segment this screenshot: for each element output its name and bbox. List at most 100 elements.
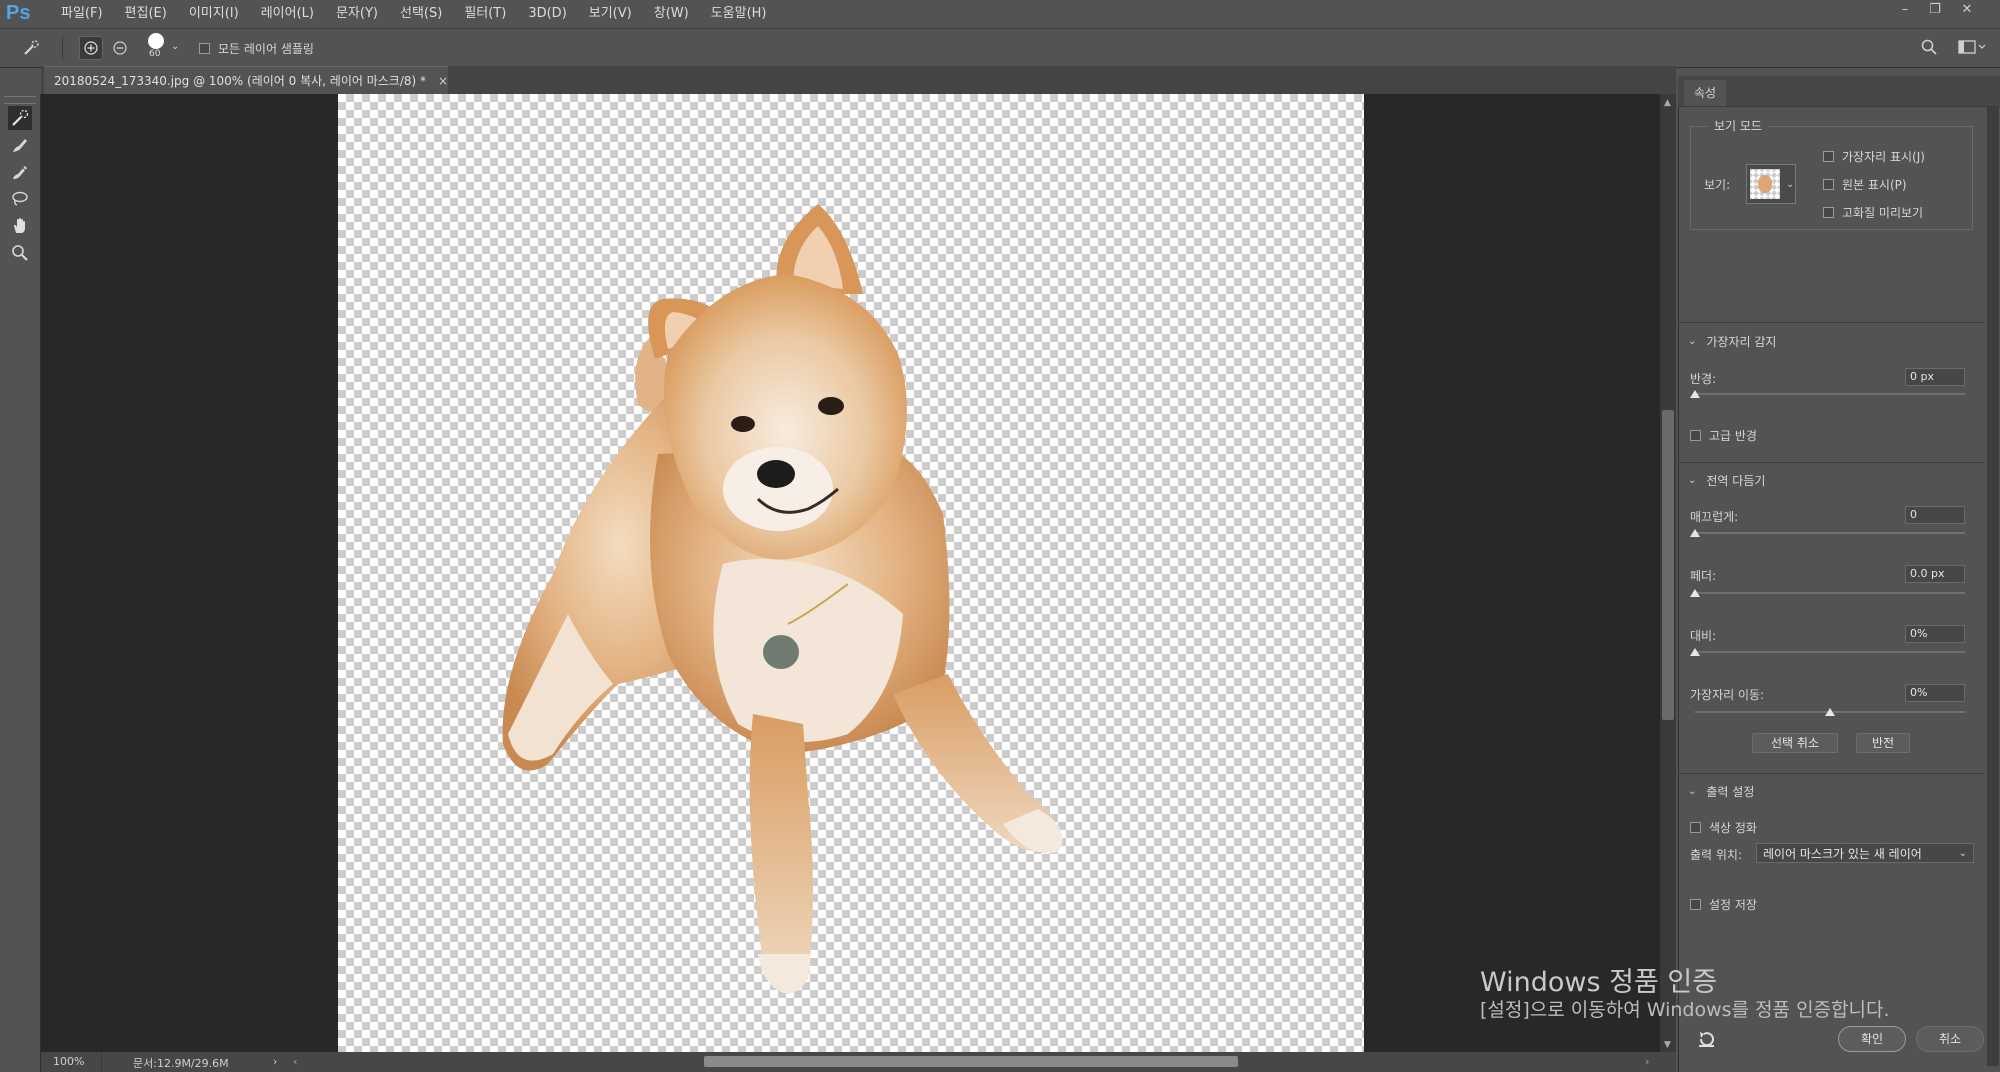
reset-icon[interactable] (1697, 1030, 1717, 1052)
scroll-left-arrow-icon[interactable]: ‹ (293, 1055, 297, 1068)
radius-field[interactable]: 0 px (1905, 368, 1965, 386)
output-to-dropdown[interactable]: 레이어 마스크가 있는 새 레이어 ⌄ (1756, 843, 1974, 863)
radius-slider-thumb[interactable] (1690, 390, 1700, 398)
document-canvas[interactable] (338, 94, 1364, 1052)
radius-slider-track[interactable] (1695, 393, 1965, 395)
remember-settings-label: 설정 저장 (1709, 898, 1757, 912)
contrast-slider-thumb[interactable] (1690, 648, 1700, 656)
menu-type[interactable]: 문자(Y) (325, 0, 389, 28)
remember-settings-checkbox[interactable] (1690, 899, 1701, 910)
feather-slider-thumb[interactable] (1690, 589, 1700, 597)
brush-picker-chevron-icon[interactable]: ⌄ (171, 41, 179, 52)
menu-file[interactable]: 파일(F) (50, 0, 114, 28)
smooth-field[interactable]: 0 (1905, 506, 1965, 524)
output-settings-title: 출력 설정 (1706, 785, 1755, 799)
quick-selection-tool-icon[interactable] (8, 106, 32, 130)
menu-3d[interactable]: 3D(D) (517, 0, 577, 28)
contrast-label: 대비: (1690, 629, 1717, 643)
show-original-checkbox[interactable] (1823, 179, 1834, 190)
tools-panel (0, 94, 41, 1072)
zoom-level[interactable]: 100% (53, 1055, 84, 1068)
close-window-button[interactable]: ✕ (1952, 0, 1982, 22)
hand-tool-icon[interactable] (8, 214, 32, 238)
feather-field[interactable]: 0.0 px (1905, 565, 1965, 583)
ok-button[interactable]: 확인 (1838, 1026, 1906, 1052)
decontaminate-label: 색상 정화 (1709, 821, 1757, 835)
quick-selection-preset-icon[interactable] (20, 37, 42, 59)
brush-tool-icon[interactable] (8, 160, 32, 184)
feather-slider-track[interactable] (1695, 592, 1965, 594)
properties-tab[interactable]: 속성 (1684, 80, 1727, 106)
sample-all-layers-option[interactable]: 모든 레이어 샘플링 (199, 40, 314, 57)
smooth-slider-track[interactable] (1695, 532, 1965, 534)
refine-edge-brush-icon[interactable] (8, 133, 32, 157)
shift-edge-slider-thumb[interactable] (1825, 708, 1835, 716)
output-to-value: 레이어 마스크가 있는 새 레이어 (1763, 846, 1922, 861)
high-quality-preview-checkbox[interactable] (1823, 207, 1834, 218)
invert-button[interactable]: 반전 (1856, 733, 1910, 753)
contrast-field[interactable]: 0% (1905, 625, 1965, 643)
sample-all-layers-checkbox[interactable] (199, 43, 210, 54)
edge-detection-header[interactable]: ⌄ 가장자리 감지 (1688, 333, 1776, 350)
vertical-scrollbar-thumb[interactable] (1662, 410, 1674, 720)
scroll-right-arrow-icon[interactable]: › (1645, 1055, 1649, 1068)
menu-help[interactable]: 도움말(H) (700, 0, 778, 28)
menu-bar: Ps 파일(F) 편집(E) 이미지(I) 레이어(L) 문자(Y) 선택(S)… (0, 0, 2000, 28)
menu-layer[interactable]: 레이어(L) (250, 0, 325, 28)
menu-select[interactable]: 선택(S) (389, 0, 453, 28)
high-quality-preview-option[interactable]: 고화질 미리보기 (1823, 204, 1923, 221)
smart-radius-option[interactable]: 고급 반경 (1690, 427, 1757, 444)
smart-radius-label: 고급 반경 (1709, 429, 1757, 443)
contrast-slider-track[interactable] (1695, 651, 1965, 653)
decontaminate-option[interactable]: 색상 정화 (1690, 819, 1757, 836)
show-edge-checkbox[interactable] (1823, 151, 1834, 162)
divider (101, 1052, 102, 1072)
global-refine-header[interactable]: ⌄ 전역 다듬기 (1688, 472, 1765, 489)
view-label: 보기: (1704, 178, 1731, 192)
add-to-selection-icon[interactable] (79, 36, 103, 60)
panel-scrollbar[interactable] (1987, 106, 1999, 1066)
document-tab[interactable]: 20180524_173340.jpg @ 100% (레이어 0 복사, 레이… (44, 66, 448, 94)
scroll-up-arrow-icon[interactable]: ▲ (1664, 98, 1671, 108)
deselect-button[interactable]: 선택 취소 (1752, 733, 1838, 753)
output-to-label: 출력 위치: (1690, 848, 1743, 862)
subtract-from-selection-icon[interactable] (109, 37, 131, 59)
menu-window[interactable]: 창(W) (643, 0, 700, 28)
output-settings-header[interactable]: ⌄ 출력 설정 (1688, 783, 1754, 800)
brush-preview-icon[interactable] (148, 33, 164, 49)
collapse-chevron-icon: ⌄ (1688, 475, 1697, 486)
restore-button[interactable]: ❐ (1920, 0, 1950, 22)
decontaminate-checkbox[interactable] (1690, 822, 1701, 833)
show-edge-option[interactable]: 가장자리 표시(J) (1823, 148, 1925, 165)
horizontal-scrollbar-thumb[interactable] (704, 1056, 1238, 1067)
zoom-tool-icon[interactable] (8, 241, 32, 265)
shiba-dog-image (502, 204, 1063, 994)
divider (1678, 322, 1984, 323)
activation-watermark-title: Windows 정품 인증 (1480, 967, 1718, 998)
smooth-slider-thumb[interactable] (1690, 529, 1700, 537)
menu-edit[interactable]: 편집(E) (114, 0, 178, 28)
scroll-down-arrow-icon[interactable]: ▼ (1664, 1040, 1671, 1050)
smooth-label: 매끄럽게: (1690, 510, 1739, 524)
toolbar-grip[interactable] (4, 96, 36, 104)
lasso-tool-icon[interactable] (8, 187, 32, 211)
show-original-label: 원본 표시(P) (1842, 178, 1907, 192)
view-mode-dropdown[interactable]: ⌄ (1746, 164, 1796, 204)
smart-radius-checkbox[interactable] (1690, 430, 1701, 441)
remember-settings-option[interactable]: 설정 저장 (1690, 896, 1757, 913)
close-tab-icon[interactable]: × (438, 74, 448, 88)
menu-image[interactable]: 이미지(I) (178, 0, 250, 28)
show-edge-label: 가장자리 표시(J) (1842, 150, 1925, 164)
shift-edge-field[interactable]: 0% (1905, 684, 1965, 702)
minimize-button[interactable]: – (1890, 0, 1920, 22)
workspace-switcher-icon[interactable] (1958, 39, 1986, 59)
search-icon[interactable] (1920, 38, 1938, 60)
status-menu-arrow-icon[interactable]: › (273, 1055, 277, 1068)
options-bar: 60 ⌄ 모든 레이어 샘플링 (0, 28, 2000, 68)
show-original-option[interactable]: 원본 표시(P) (1823, 176, 1907, 193)
menu-view[interactable]: 보기(V) (578, 0, 643, 28)
cancel-button[interactable]: 취소 (1916, 1026, 1984, 1052)
thumbnail-dog (1758, 175, 1772, 193)
document-size: 문서:12.9M/29.6M (133, 1057, 229, 1070)
menu-filter[interactable]: 필터(T) (453, 0, 517, 28)
